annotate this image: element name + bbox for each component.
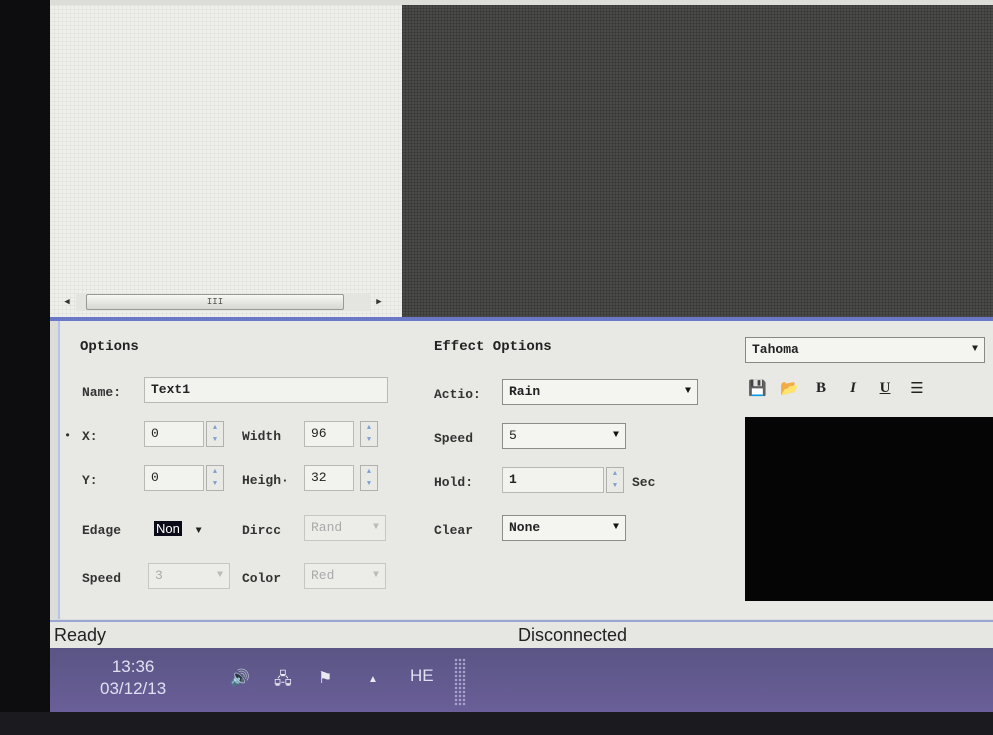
action-select[interactable]: Rain ▼ [502, 379, 698, 405]
name-field[interactable]: Text1 [144, 377, 388, 403]
action-center-flag-icon[interactable]: ⚑ [318, 668, 332, 688]
options-title: Options [80, 339, 139, 355]
clear-label: Clear [434, 523, 474, 538]
chevron-down-icon: ▼ [216, 570, 223, 581]
chevron-down-icon: ▼ [372, 570, 379, 581]
speed-value: 3 [155, 568, 163, 583]
open-folder-icon[interactable]: 📂 [780, 379, 799, 397]
edge-select[interactable]: Non ▼ [154, 517, 202, 543]
spin-up-icon[interactable]: ▲ [207, 466, 223, 478]
direction-value: Rand [311, 520, 343, 535]
color-label: Color [242, 571, 282, 586]
clear-select[interactable]: None ▼ [502, 515, 626, 541]
edge-selected-value: Non [154, 521, 182, 536]
effect-options-title: Effect Options [434, 339, 552, 355]
clock-time: 13:36 [111, 657, 155, 676]
height-label: Heigh· [242, 473, 289, 488]
status-ready: Ready [54, 625, 107, 645]
spin-up-icon[interactable]: ▲ [207, 422, 223, 434]
spin-up-icon[interactable]: ▲ [607, 468, 623, 480]
height-field[interactable]: 32 [304, 465, 354, 491]
action-value: Rain [509, 384, 541, 399]
scroll-track[interactable]: III [76, 293, 370, 311]
taskbar: 13:36 03/12/13 🔊 🖧 ⚑ ▲ HE [50, 648, 993, 712]
y-spinner[interactable]: ▲ ▼ [206, 465, 224, 491]
speed-label: Speed [82, 571, 122, 586]
item-list-pane[interactable]: ◀ III ▶ [50, 5, 402, 317]
chevron-down-icon[interactable]: ▼ [972, 338, 978, 362]
chevron-down-icon[interactable]: ▼ [613, 516, 619, 540]
spin-down-icon[interactable]: ▼ [361, 478, 377, 490]
clock-date: 03/12/13 [100, 679, 167, 698]
text-editor[interactable] [745, 417, 993, 601]
x-field[interactable]: 0 [144, 421, 204, 447]
chevron-down-icon[interactable]: ▼ [196, 526, 202, 537]
spin-down-icon[interactable]: ▼ [207, 478, 223, 490]
spin-up-icon[interactable]: ▲ [361, 466, 377, 478]
hold-field[interactable]: 1 [502, 467, 604, 493]
show-hidden-icons-icon[interactable]: ▲ [368, 674, 378, 685]
spin-down-icon[interactable]: ▼ [607, 480, 623, 492]
monitor-bezel-left [0, 0, 50, 735]
action-label: Actio: [434, 387, 481, 402]
screen: ◀ III ▶ Options Name: Text1 • X: 0 ▲ ▼ Wi… [50, 0, 993, 712]
status-bar: Ready Disconnected [50, 620, 993, 648]
font-value: Tahoma [752, 342, 799, 357]
monitor-bezel-bottom [0, 712, 993, 735]
clock[interactable]: 13:36 03/12/13 [100, 656, 166, 700]
align-icon[interactable]: ☰ [908, 379, 926, 397]
connection-status: Disconnected [518, 625, 628, 645]
width-label: Width [242, 429, 282, 444]
preview-canvas[interactable] [402, 5, 993, 317]
effect-speed-value: 5 [509, 428, 517, 443]
scroll-thumb[interactable]: III [86, 294, 344, 310]
color-select[interactable]: Red ▼ [304, 563, 386, 589]
speed-select[interactable]: 3 ▼ [148, 563, 230, 589]
chevron-down-icon: ▼ [372, 522, 379, 533]
chevron-down-icon[interactable]: ▼ [685, 380, 691, 404]
font-select[interactable]: Tahoma ▼ [745, 337, 985, 363]
volume-icon[interactable]: 🔊 [230, 668, 250, 688]
horizontal-scrollbar[interactable]: ◀ III ▶ [58, 292, 388, 312]
bullet-marker: • [64, 429, 72, 443]
y-label: Y: [82, 473, 98, 488]
save-icon[interactable]: 💾 [748, 379, 767, 397]
hold-label: Hold: [434, 475, 474, 490]
direction-label: Dircc [242, 523, 282, 538]
color-value: Red [311, 568, 335, 583]
edge-label: Edage [82, 523, 122, 538]
x-label: X: [82, 429, 98, 444]
spin-down-icon[interactable]: ▼ [361, 434, 377, 446]
width-field[interactable]: 96 [304, 421, 354, 447]
spin-up-icon[interactable]: ▲ [361, 422, 377, 434]
italic-button[interactable]: I [844, 380, 862, 397]
effect-speed-select[interactable]: 5 ▼ [502, 423, 626, 449]
effect-speed-label: Speed [434, 431, 474, 446]
chevron-down-icon[interactable]: ▼ [613, 424, 619, 448]
y-field[interactable]: 0 [144, 465, 204, 491]
language-indicator[interactable]: HE [410, 666, 434, 686]
scroll-left-icon[interactable]: ◀ [58, 297, 76, 307]
network-icon[interactable]: 🖧 [274, 668, 292, 695]
scroll-right-icon[interactable]: ▶ [370, 297, 388, 307]
width-spinner[interactable]: ▲ ▼ [360, 421, 378, 447]
options-panel: Options Name: Text1 • X: 0 ▲ ▼ Width 96 ▲… [58, 321, 993, 619]
hold-unit-label: Sec [632, 475, 656, 490]
underline-button[interactable]: U [876, 380, 894, 397]
height-spinner[interactable]: ▲ ▼ [360, 465, 378, 491]
text-toolbar: 💾 📂 B I U ☰ [748, 379, 926, 397]
spin-down-icon[interactable]: ▼ [207, 434, 223, 446]
name-label: Name: [82, 385, 122, 400]
direction-select[interactable]: Rand ▼ [304, 515, 386, 541]
taskbar-grip[interactable] [454, 658, 466, 706]
hold-spinner[interactable]: ▲ ▼ [606, 467, 624, 493]
bold-button[interactable]: B [812, 380, 830, 397]
clear-value: None [509, 520, 541, 535]
x-spinner[interactable]: ▲ ▼ [206, 421, 224, 447]
